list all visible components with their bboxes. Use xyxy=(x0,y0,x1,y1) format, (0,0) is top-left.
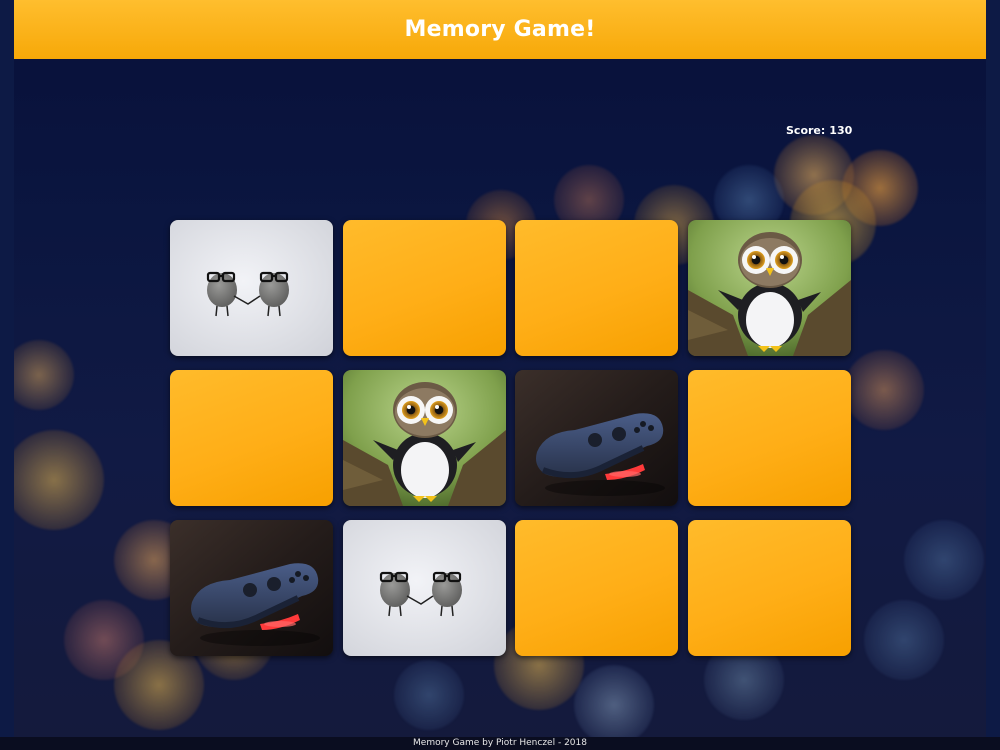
card-back[interactable] xyxy=(170,370,333,506)
page-title: Memory Game! xyxy=(404,17,596,42)
bokeh-light xyxy=(864,600,944,680)
footer-credit: Memory Game by Piotr Henczel - 2018 xyxy=(0,737,1000,750)
bokeh-light xyxy=(844,350,924,430)
card-back[interactable] xyxy=(342,220,506,356)
game-controller-image xyxy=(515,370,678,506)
bokeh-light xyxy=(904,520,984,600)
score-display: Score: 130 xyxy=(786,124,852,137)
card-back[interactable] xyxy=(687,520,851,656)
bokeh-light xyxy=(394,660,464,730)
score-value: 130 xyxy=(829,124,853,137)
header-bar: Memory Game! xyxy=(14,0,986,59)
card-pebbles-with-glasses[interactable] xyxy=(170,220,333,356)
game-controller-image xyxy=(170,520,333,656)
card-back[interactable] xyxy=(515,520,678,656)
owl-plush-image xyxy=(687,220,851,356)
pebbles-with-glasses-image xyxy=(342,520,506,656)
bokeh-light xyxy=(14,340,74,410)
card-game-controller[interactable] xyxy=(170,520,333,656)
bokeh-light xyxy=(574,665,654,745)
bokeh-light xyxy=(14,430,104,530)
pebbles-with-glasses-image xyxy=(170,220,333,356)
score-label: Score: xyxy=(786,124,826,137)
owl-plush-image xyxy=(342,370,506,506)
card-back[interactable] xyxy=(687,370,851,506)
card-game-controller[interactable] xyxy=(515,370,678,506)
card-back[interactable] xyxy=(515,220,678,356)
card-pebbles-with-glasses[interactable] xyxy=(342,520,506,656)
right-border xyxy=(986,0,1000,750)
left-border xyxy=(0,0,14,750)
card-owl-plush[interactable] xyxy=(687,220,851,356)
card-owl-plush[interactable] xyxy=(342,370,506,506)
